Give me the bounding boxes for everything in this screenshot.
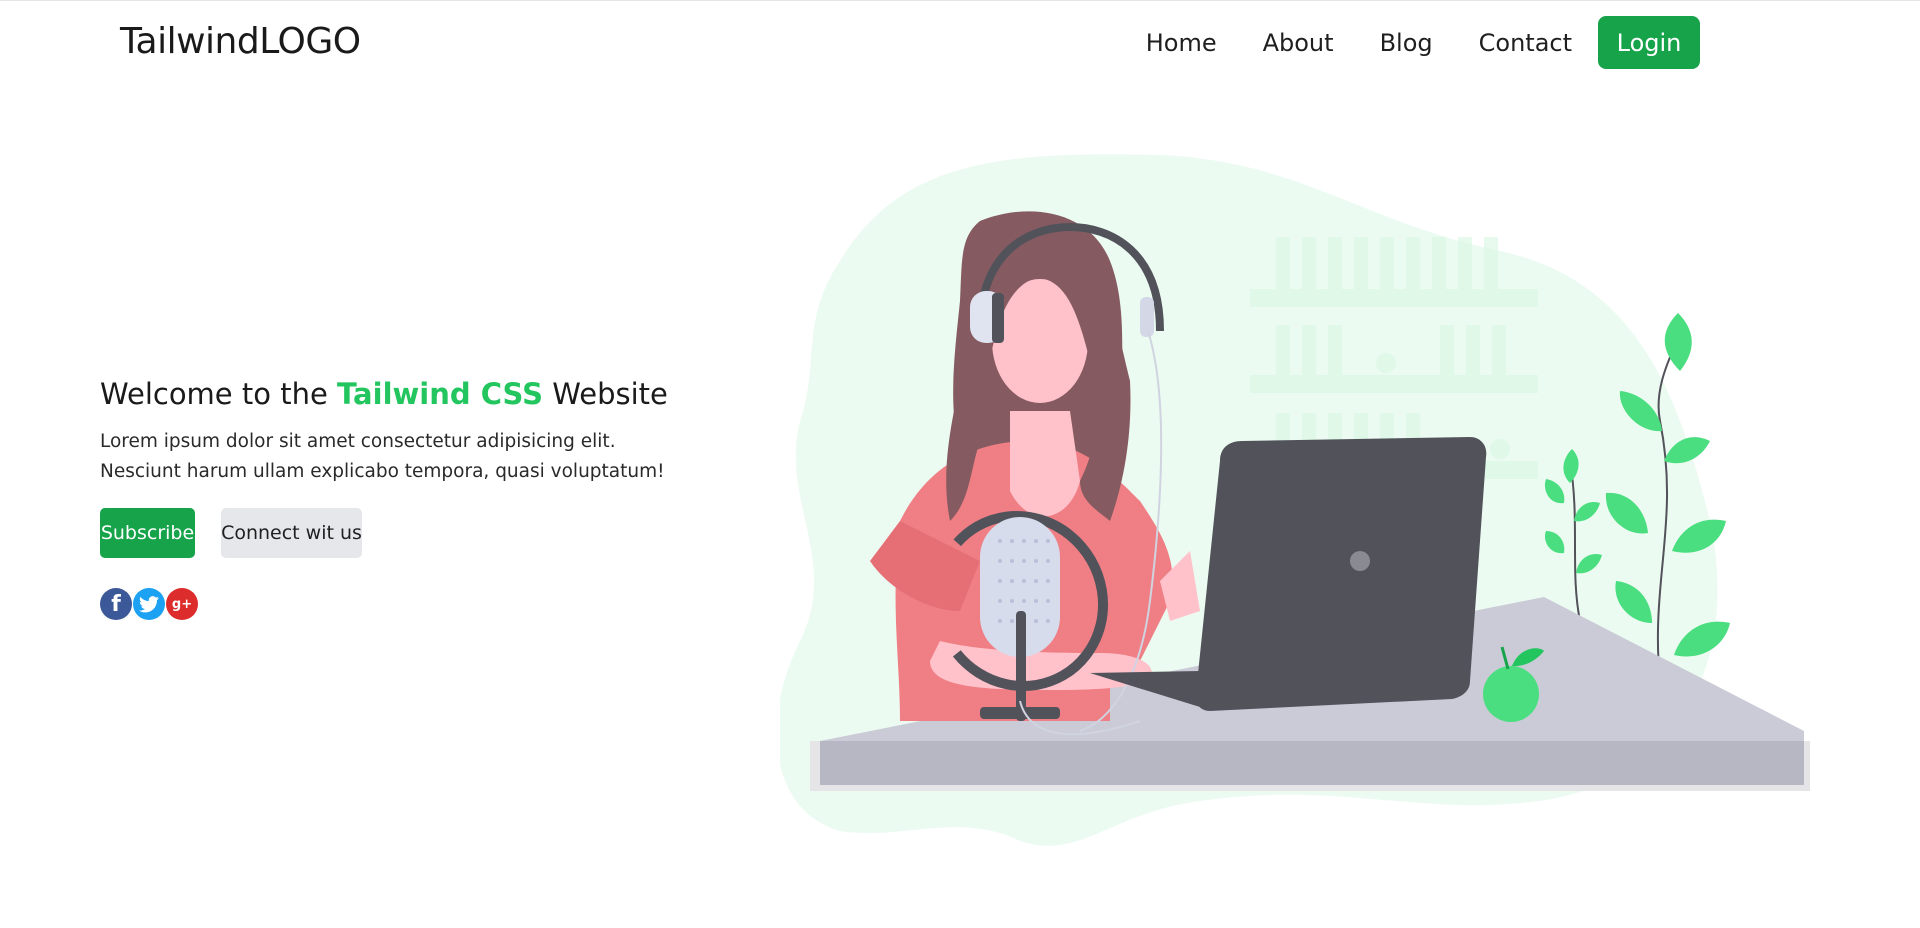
hero-title: Welcome to the Tailwind CSS Website: [100, 377, 720, 411]
hero-title-accent: Tailwind CSS: [337, 377, 544, 411]
navbar: TailwindLOGO Home About Blog Contact Log…: [0, 1, 1920, 87]
nav-link-home[interactable]: Home: [1146, 29, 1217, 57]
hero-section: Welcome to the Tailwind CSS Website Lore…: [100, 377, 720, 620]
nav-link-blog[interactable]: Blog: [1380, 29, 1433, 57]
hero-title-suffix: Website: [543, 377, 668, 411]
nav-link-about[interactable]: About: [1263, 29, 1334, 57]
connect-button[interactable]: Connect wit us: [221, 508, 362, 558]
twitter-icon[interactable]: [133, 588, 165, 620]
podcast-illustration: [780, 154, 1810, 846]
google-plus-icon[interactable]: g+: [166, 588, 198, 620]
facebook-icon[interactable]: f: [100, 588, 132, 620]
hero-buttons: Subscribe Connect wit us: [100, 508, 720, 558]
nav-links: Home About Blog Contact Login: [1146, 16, 1700, 69]
login-button[interactable]: Login: [1598, 16, 1700, 69]
logo[interactable]: TailwindLOGO: [120, 21, 361, 62]
hero-description: Lorem ipsum dolor sit amet consectetur a…: [100, 431, 665, 482]
nav-link-contact[interactable]: Contact: [1479, 29, 1572, 57]
subscribe-button[interactable]: Subscribe: [100, 508, 195, 558]
social-links: f g+: [100, 588, 720, 620]
hero-title-prefix: Welcome to the: [100, 377, 338, 411]
twitter-bird-glyph: [139, 595, 159, 612]
